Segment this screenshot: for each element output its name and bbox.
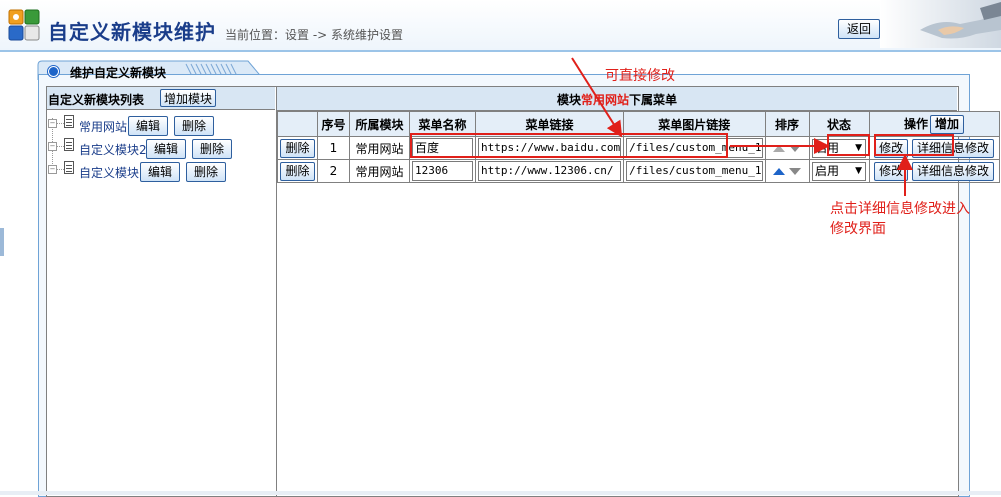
tree-module-label[interactable]: 自定义模块2 [79,141,147,158]
edit-module-button[interactable]: 编辑 [140,162,180,182]
document-icon [64,161,74,174]
add-menu-button[interactable]: 增加 [930,114,965,134]
document-icon [64,115,74,128]
annotation-highlight-box [874,134,954,156]
row-index: 2 [317,159,350,183]
move-down-icon[interactable] [788,145,801,152]
chevron-down-icon: ▼ [855,165,863,176]
annotation-direct-edit-text: 可直接修改 [605,68,675,84]
column-header-operations: 操作 增加 [868,111,1000,137]
handshake-banner-image [880,0,1001,48]
menu-link-input[interactable]: http://www.12306.cn/ [478,161,622,181]
move-up-icon[interactable] [773,145,786,152]
row-module: 常用网站 [349,159,410,183]
tree-module-label[interactable]: 自定义模块 [79,164,139,181]
tree-branch [56,123,64,124]
delete-module-button[interactable]: 删除 [174,116,214,136]
annotation-highlight-box [410,133,728,158]
operations-label: 操作 [904,116,929,131]
submenu-title-prefix: 模块 [556,93,581,107]
tree-branch [56,146,64,147]
detail-modify-button[interactable]: 详细信息修改 [911,161,994,181]
edit-module-button[interactable]: 编辑 [146,139,186,159]
back-button[interactable]: 返回 [838,19,880,39]
document-icon [64,138,74,151]
delete-module-button[interactable]: 删除 [186,162,226,182]
submenu-title-module: 常用网站 [580,93,629,107]
page-title: 自定义新模块维护 [48,20,216,44]
tree-branch [56,169,64,170]
column-header: 状态 [808,111,870,137]
bullet-icon [48,66,59,77]
move-down-icon[interactable] [788,168,801,175]
annotation-detail-hint-line2: 修改界面 [830,221,886,237]
status-select[interactable]: 启用 ▼ [812,161,867,181]
submenu-title-suffix: 下属菜单 [629,93,678,107]
tree-module-label[interactable]: 常用网站 [79,118,127,135]
submenu-title: 模块常用网站下属菜单 [277,91,957,108]
column-header: 所属模块 [349,111,410,137]
column-header-action-delete [277,111,318,137]
table-row: 删除 2 常用网站 12306 http://www.12306.cn/ /fi… [277,159,1000,183]
delete-row-button[interactable]: 删除 [280,161,315,181]
column-header: 序号 [317,111,350,137]
app-logo-icon [8,9,40,41]
annotation-highlight-box [827,134,870,156]
annotation-detail-hint-line1: 点击详细信息修改进入 [830,201,970,217]
add-module-button[interactable]: 增加模块 [160,89,216,107]
row-index: 1 [317,136,350,160]
move-up-icon[interactable] [773,168,786,175]
menu-image-link-input[interactable]: /files/custom_menu_1 [626,161,763,181]
module-list-title: 自定义新模块列表 [48,93,145,107]
side-collapse-handle[interactable] [0,228,4,256]
delete-module-button[interactable]: 删除 [192,139,232,159]
modify-button[interactable]: 修改 [874,161,909,181]
delete-row-button[interactable]: 删除 [280,138,315,158]
bottom-status-strip [0,491,1001,495]
column-header: 排序 [764,111,810,137]
panel-tab-label: 维护自定义新模块 [70,66,167,80]
status-value: 启用 [815,163,840,178]
edit-module-button[interactable]: 编辑 [128,116,168,136]
row-module: 常用网站 [349,136,410,160]
breadcrumb: 当前位置：设置 -> 系统维护设置 [225,28,404,42]
menu-name-input[interactable]: 12306 [412,161,473,181]
